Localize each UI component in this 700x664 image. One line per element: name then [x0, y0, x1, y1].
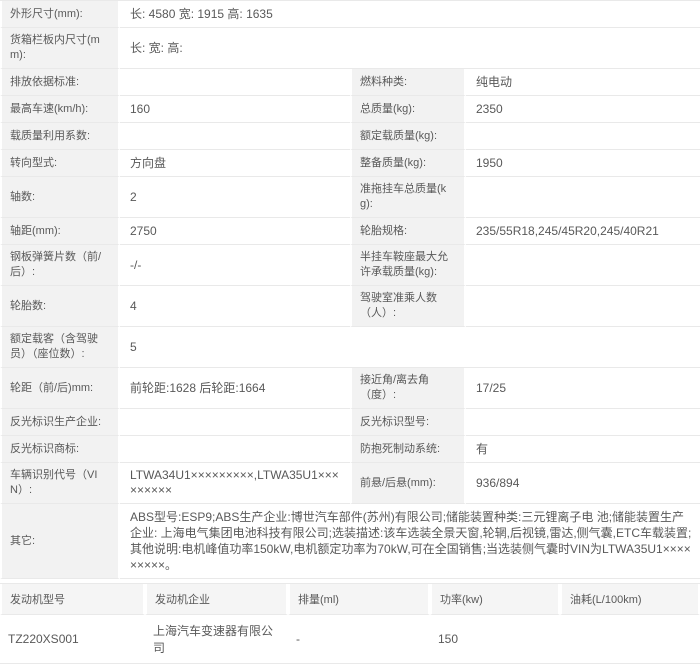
spec-value: 长: 4580 宽: 1915 高: 1635: [120, 1, 700, 28]
spec-value: 2: [120, 177, 350, 218]
spec-value: [466, 177, 700, 218]
spec-label: 前悬/后悬(mm):: [350, 463, 466, 504]
spec-value: LTWA34U1×××××××××,LTWA35U1×××××××××: [120, 463, 350, 504]
spec-value: [120, 123, 350, 150]
spec-label: 接近角/离去角（度）:: [350, 368, 466, 409]
engine-header-cell: 功率(kw): [430, 584, 560, 615]
spec-value: [466, 245, 700, 286]
spec-value: 936/894: [466, 463, 700, 504]
spec-label: 轮距（前/后)mm:: [0, 368, 120, 409]
spec-value: -/-: [120, 245, 350, 286]
spec-label: 转向型式:: [0, 150, 120, 177]
engine-value-cell: 150: [430, 615, 560, 664]
spec-label: 反光标识商标:: [0, 436, 120, 463]
spec-label: 准拖挂车总质量(kg):: [350, 177, 466, 218]
spec-label: 车辆识别代号（VIN）:: [0, 463, 120, 504]
spec-value: 2750: [120, 218, 350, 245]
spec-label: 载质量利用系数:: [0, 123, 120, 150]
spec-value: [120, 69, 350, 96]
spec-label: 轴数:: [0, 177, 120, 218]
engine-value-cell: TZ220XS001: [0, 615, 145, 664]
spec-value: ABS型号:ESP9;ABS生产企业:博世汽车部件(苏州)有限公司;储能装置种类…: [120, 504, 700, 579]
spec-label: 排放依据标准:: [0, 69, 120, 96]
spec-label: 防抱死制动系统:: [350, 436, 466, 463]
spec-label: 最高车速(km/h):: [0, 96, 120, 123]
spec-label: 总质量(kg):: [350, 96, 466, 123]
spec-value: 4: [120, 286, 350, 327]
spec-label: 外形尺寸(mm):: [0, 1, 120, 28]
spec-label: 燃料种类:: [350, 69, 466, 96]
spec-label: 额定载质量(kg):: [350, 123, 466, 150]
engine-header-cell: 油耗(L/100km): [560, 584, 700, 615]
engine-value-cell: [560, 615, 700, 664]
engine-info-table: 发动机型号发动机企业排量(ml)功率(kw)油耗(L/100km) TZ220XS…: [0, 583, 700, 664]
spec-label: 反光标识生产企业:: [0, 409, 120, 436]
spec-value: 有: [466, 436, 700, 463]
spec-label: 额定载客（含驾驶员）（座位数）:: [0, 327, 120, 368]
spec-value: [466, 409, 700, 436]
spec-value: 160: [120, 96, 350, 123]
engine-value-cell: -: [288, 615, 430, 664]
spec-value: 235/55R18,245/45R20,245/40R21: [466, 218, 700, 245]
engine-header-cell: 发动机企业: [145, 584, 288, 615]
spec-value: 长: 宽: 高:: [120, 28, 700, 69]
spec-value: 前轮距:1628 后轮距:1664: [120, 368, 350, 409]
spec-value: [120, 436, 350, 463]
spec-label: 轮胎规格:: [350, 218, 466, 245]
spec-label: 整备质量(kg):: [350, 150, 466, 177]
spec-value: [466, 123, 700, 150]
spec-value: 方向盘: [120, 150, 350, 177]
spec-label: 半挂车鞍座最大允许承载质量(kg):: [350, 245, 466, 286]
spec-empty-cell: [350, 327, 700, 368]
spec-label: 轮胎数:: [0, 286, 120, 327]
spec-label: 货箱栏板内尺寸(mm):: [0, 28, 120, 69]
vehicle-spec-table: 外形尺寸(mm):长: 4580 宽: 1915 高: 1635货箱栏板内尺寸(…: [0, 0, 700, 579]
engine-header-cell: 排量(ml): [288, 584, 430, 615]
spec-label: 轴距(mm):: [0, 218, 120, 245]
spec-value: 2350: [466, 96, 700, 123]
spec-value: 17/25: [466, 368, 700, 409]
spec-value: 纯电动: [466, 69, 700, 96]
spec-label: 驾驶室准乘人数（人）:: [350, 286, 466, 327]
vehicle-spec-sheet: 外形尺寸(mm):长: 4580 宽: 1915 高: 1635货箱栏板内尺寸(…: [0, 0, 700, 664]
spec-value: 1950: [466, 150, 700, 177]
spec-value: [120, 409, 350, 436]
spec-value: [466, 286, 700, 327]
engine-value-cell: 上海汽车变速器有限公司: [145, 615, 288, 664]
engine-header-cell: 发动机型号: [0, 584, 145, 615]
spec-label: 其它:: [0, 504, 120, 579]
spec-label: 反光标识型号:: [350, 409, 466, 436]
spec-label: 钢板弹簧片数（前/后）:: [0, 245, 120, 286]
spec-value: 5: [120, 327, 350, 368]
